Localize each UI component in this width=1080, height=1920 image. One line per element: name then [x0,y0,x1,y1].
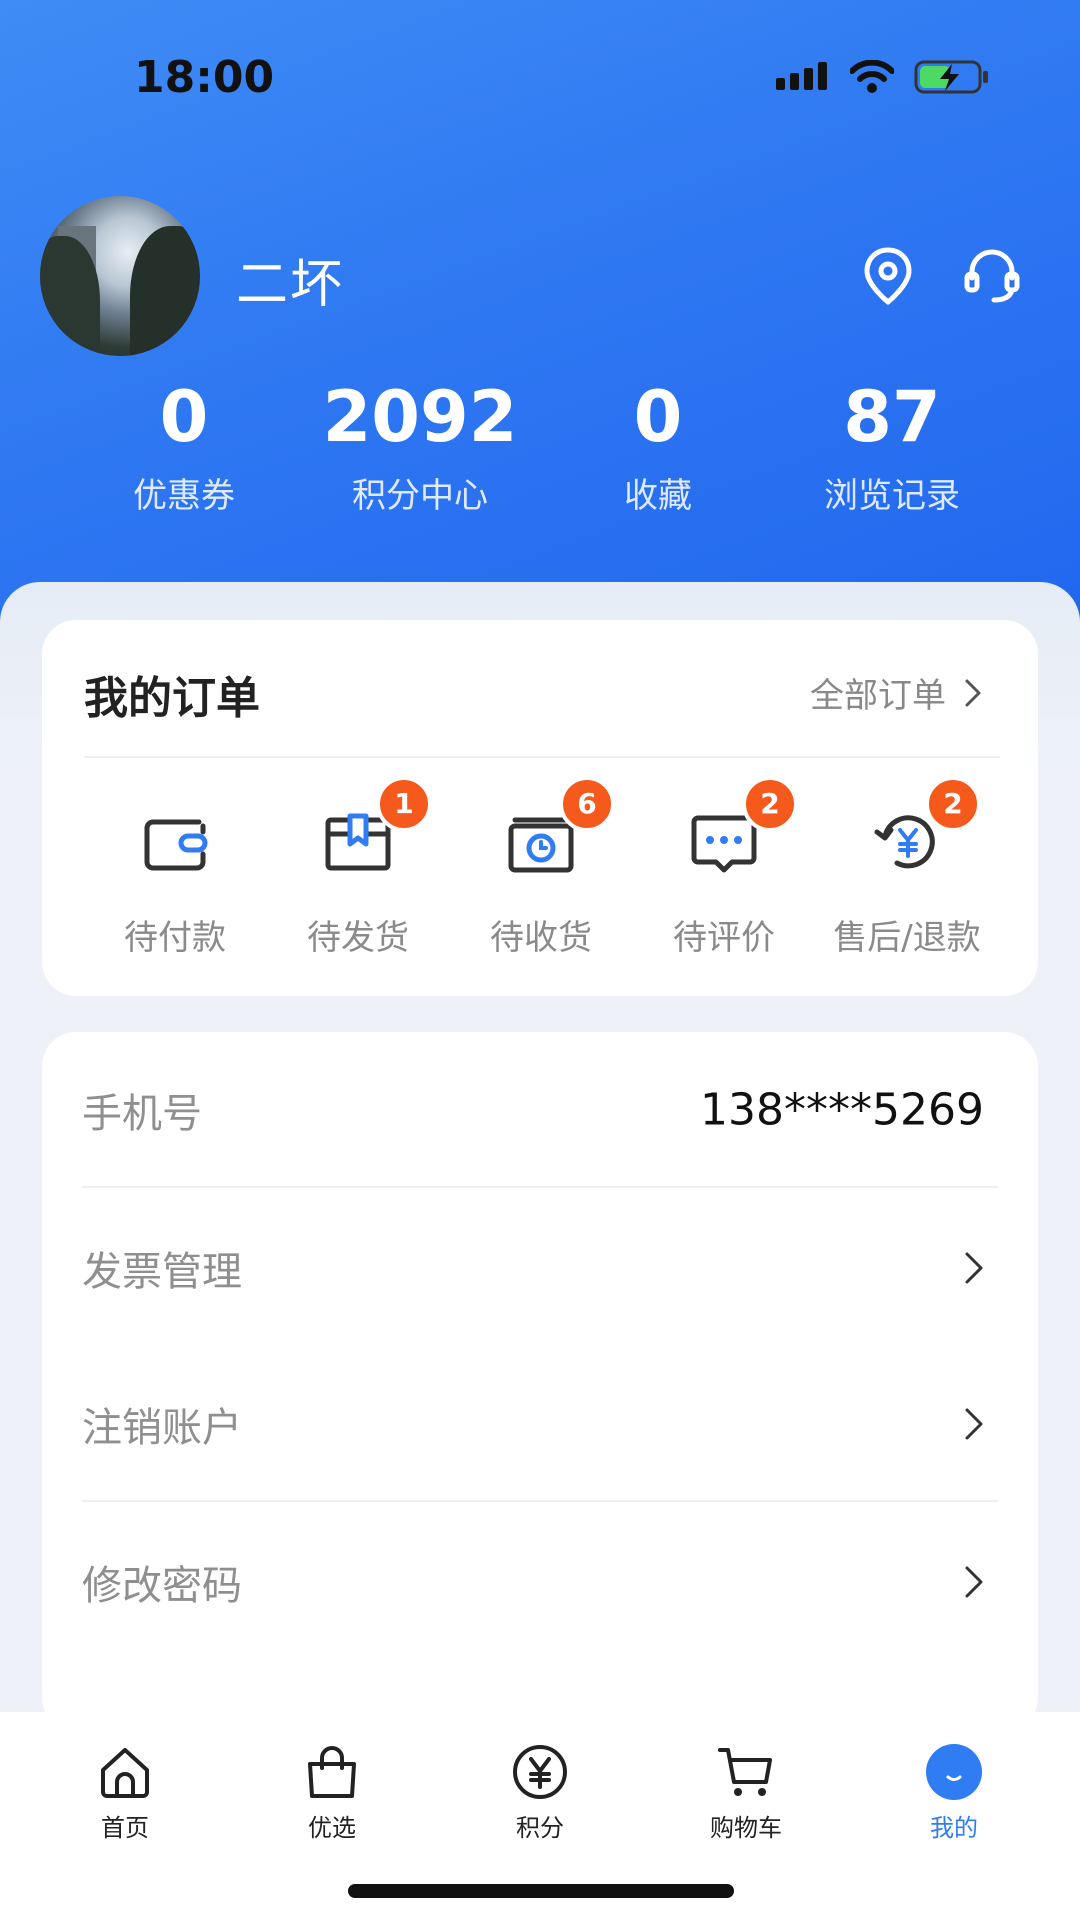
tab-label: 购物车 [710,1814,782,1842]
status-time: 18:00 [134,52,275,103]
stats-row: 0 优惠券 2092 积分中心 0 收藏 87 浏览记录 [90,372,990,522]
tab-points[interactable]: 积分 [460,1742,620,1843]
tab-cart[interactable]: 购物车 [666,1742,826,1843]
tab-label: 优选 [308,1814,356,1842]
badge: 6 [559,776,615,832]
home-icon [101,1748,149,1798]
customer-service-icon[interactable] [960,244,1024,308]
profile-section: 二坏 [40,196,1040,356]
phone-label: 手机号 [82,1091,202,1137]
battery-charging-icon [914,60,988,94]
stat-label: 浏览记录 [824,476,960,516]
wallet-icon [144,819,208,871]
order-after-sales[interactable]: 2 售后/退款 [812,776,1002,959]
tab-label: 首页 [101,1814,149,1842]
stat-label: 收藏 [624,476,692,516]
order-pending-review[interactable]: 2 待评价 [629,776,819,959]
badge: 2 [925,776,981,832]
profile-icon [926,1744,982,1800]
order-label: 待付款 [124,918,226,958]
tab-featured[interactable]: 优选 [252,1742,412,1843]
stat-coupons[interactable]: 0 优惠券 [84,372,284,517]
username[interactable]: 二坏 [236,242,344,317]
stat-value: 0 [159,376,209,458]
password-label: 修改密码 [82,1563,242,1609]
invoice-management-row[interactable]: 发票管理 [82,1190,998,1346]
settings-card: 手机号 138****5269 发票管理 注销账户 修改密码 [42,1032,1038,1732]
stat-points-center[interactable]: 2092 积分中心 [320,372,520,517]
order-pending-receipt[interactable]: 6 待收货 [446,776,636,959]
tab-label: 我的 [930,1814,978,1842]
signal-icon [776,62,827,90]
divider [82,1500,998,1502]
order-label: 待评价 [673,918,775,958]
orders-title: 我的订单 [84,673,260,724]
phone-row: 手机号 138****5269 [82,1032,998,1188]
chevron-right-icon [965,1252,983,1284]
stat-value: 2092 [322,376,518,458]
chevron-right-icon [965,679,981,706]
location-pin-icon[interactable] [856,244,920,308]
deactivate-label: 注销账户 [82,1405,242,1451]
stat-favorites[interactable]: 0 收藏 [558,372,758,517]
yuan-coin-icon [513,1745,567,1799]
divider [82,1186,998,1188]
status-icons [776,58,990,96]
order-pending-shipment[interactable]: 1 待发货 [263,776,453,959]
status-bar: 18:00 [0,0,1080,160]
shopping-bag-icon [308,1746,356,1798]
order-label: 待发货 [307,918,409,958]
divider [84,756,1000,758]
order-label: 待收货 [490,918,592,958]
change-password-row[interactable]: 修改密码 [82,1504,998,1660]
stat-history[interactable]: 87 浏览记录 [792,372,992,517]
all-orders-link[interactable]: 全部订单 [810,668,982,717]
tab-mine[interactable]: 我的 [874,1742,1034,1843]
badge: 2 [742,776,798,832]
avatar[interactable] [40,196,200,356]
chevron-right-icon [965,1408,983,1440]
deactivate-account-row[interactable]: 注销账户 [82,1346,998,1502]
stat-value: 0 [633,376,683,458]
home-indicator [348,1884,734,1898]
stat-label: 优惠券 [133,476,235,516]
tab-home[interactable]: 首页 [45,1742,205,1843]
tab-label: 积分 [516,1814,564,1842]
order-label: 售后/退款 [833,918,981,958]
stat-value: 87 [843,376,941,458]
invoice-label: 发票管理 [82,1249,242,1295]
chevron-right-icon [965,1566,983,1598]
badge: 1 [376,776,432,832]
all-orders-label: 全部订单 [810,676,946,716]
stat-label: 积分中心 [352,476,488,516]
orders-card: 我的订单 全部订单 待付款 1 待发货 6 待收货 2 待评价 2 售后/退款 [42,620,1038,996]
cart-icon [718,1748,772,1796]
wifi-icon [850,60,894,93]
order-pending-payment[interactable]: 待付款 [80,802,270,959]
phone-value: 138****5269 [700,1084,984,1136]
